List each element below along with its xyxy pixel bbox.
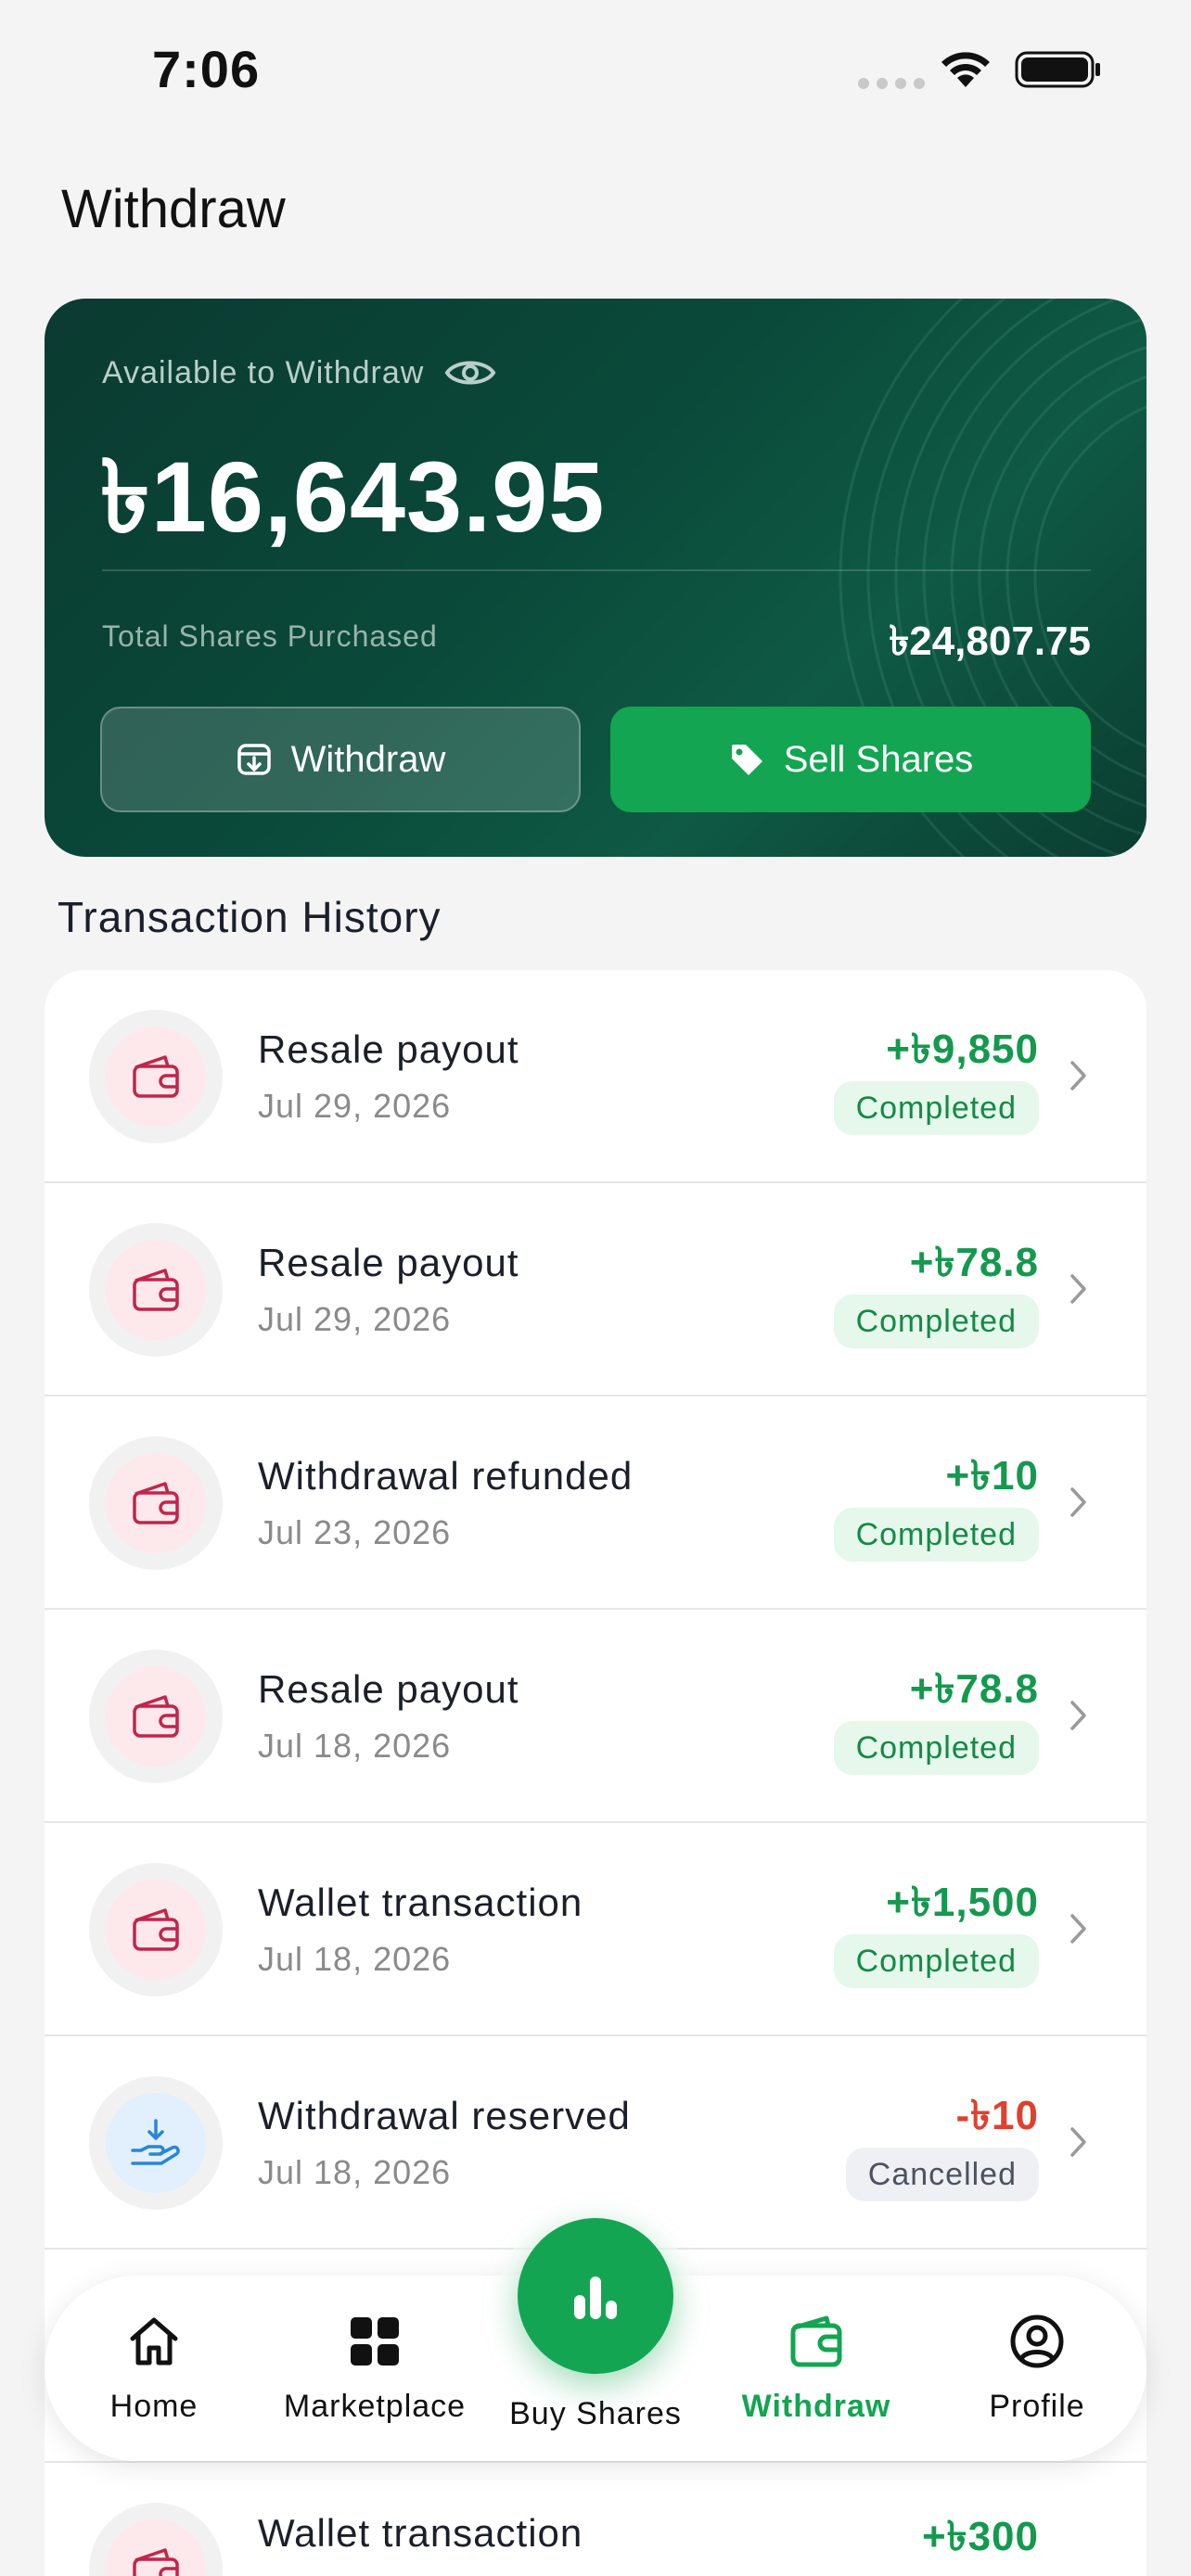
transaction-row[interactable]: Resale payout Jul 18, 2026 +৳78.8 Comple… <box>45 1610 1146 1823</box>
transaction-row[interactable]: Wallet transaction +৳300 <box>45 2463 1146 2576</box>
balance-card: Available to Withdraw ৳16,643.95 Total S… <box>45 299 1146 857</box>
transaction-icon-bg <box>106 1666 206 1766</box>
wifi-icon <box>941 52 990 87</box>
chevron-right-icon <box>1070 1914 1086 1944</box>
transaction-title: Withdrawal reserved <box>258 2094 631 2137</box>
transaction-icon-wrap <box>89 1223 223 1357</box>
home-icon <box>130 2317 178 2366</box>
chevron-right-icon <box>1070 1487 1086 1517</box>
wallet-icon <box>133 1482 179 1524</box>
grid-icon <box>351 2317 399 2366</box>
transaction-icon-wrap <box>89 2503 223 2576</box>
transaction-row[interactable]: Wallet transaction Jul 18, 2026 +৳1,500 … <box>45 1823 1146 2036</box>
transaction-icon-wrap <box>89 1863 223 1996</box>
status-badge: Completed <box>833 1081 1039 1135</box>
withdraw-button-label: Withdraw <box>290 738 446 780</box>
transaction-date: Jul 29, 2026 <box>258 1087 452 1125</box>
transaction-amount: +৳1,500 <box>886 1880 1039 1925</box>
transaction-history-title: Transaction History <box>58 893 442 941</box>
sell-shares-button[interactable]: Sell Shares <box>610 707 1091 812</box>
wallet-icon <box>790 2315 842 2367</box>
transaction-row[interactable]: Resale payout Jul 29, 2026 +৳78.8 Comple… <box>45 1183 1146 1396</box>
transaction-title: Wallet transaction <box>258 2511 583 2555</box>
transaction-date: Jul 29, 2026 <box>258 1300 452 1338</box>
transaction-icon-wrap <box>89 1650 223 1783</box>
withdraw-icon <box>237 744 271 775</box>
wallet-icon <box>133 1269 179 1311</box>
nav-withdraw[interactable]: Withdraw <box>724 2313 909 2433</box>
balance-amount: ৳16,643.95 <box>100 440 606 553</box>
transaction-title: Withdrawal refunded <box>258 1454 634 1498</box>
status-bar: 7:06 <box>0 0 1191 139</box>
wallet-icon <box>133 1695 179 1738</box>
transaction-date: Jul 18, 2026 <box>258 1727 452 1765</box>
tag-icon <box>731 745 762 775</box>
page-title: Withdraw <box>61 179 286 239</box>
transaction-icon-wrap <box>89 1010 223 1143</box>
profile-icon <box>1010 2315 1064 2368</box>
sell-shares-label: Sell Shares <box>783 738 974 780</box>
transaction-icon-bg <box>106 1240 206 1340</box>
status-badge: Completed <box>833 1721 1039 1775</box>
transaction-amount: +৳78.8 <box>909 1240 1039 1285</box>
transaction-title: Resale payout <box>258 1027 519 1071</box>
nav-marketplace[interactable]: Marketplace <box>282 2313 467 2433</box>
battery-icon <box>1015 51 1100 88</box>
transaction-icon-bg <box>106 1453 206 1553</box>
transaction-amount: +৳78.8 <box>909 1666 1039 1712</box>
chevron-right-icon <box>1070 1274 1086 1304</box>
transaction-date: Jul 18, 2026 <box>258 1940 452 1978</box>
available-label: Available to Withdraw <box>102 354 425 390</box>
transaction-title: Resale payout <box>258 1667 519 1711</box>
chevron-right-icon <box>1070 1061 1086 1090</box>
hand-withdraw-icon <box>131 2119 180 2165</box>
transaction-icon-bg <box>106 2519 206 2576</box>
available-row: Available to Withdraw <box>102 354 496 391</box>
transaction-row[interactable]: Resale payout Jul 29, 2026 +৳9,850 Compl… <box>45 970 1146 1183</box>
transaction-amount: +৳9,850 <box>886 1027 1039 1072</box>
cellular-signal-icon <box>858 78 925 89</box>
nav-withdraw-label: Withdraw <box>741 2389 891 2424</box>
transaction-amount: +৳10 <box>945 1453 1039 1498</box>
transaction-icon-wrap <box>89 2076 223 2210</box>
chevron-right-icon <box>1070 2127 1086 2157</box>
nav-home-label: Home <box>109 2389 198 2424</box>
eye-icon[interactable] <box>444 354 496 391</box>
bar-chart-icon <box>574 2276 617 2319</box>
transaction-row[interactable]: Withdrawal refunded Jul 23, 2026 +৳10 Co… <box>45 1396 1146 1610</box>
transaction-amount: +৳300 <box>921 2514 1039 2559</box>
buy-shares-button[interactable] <box>518 2218 673 2374</box>
transaction-date: Jul 18, 2026 <box>258 2153 452 2191</box>
status-badge: Completed <box>833 1294 1039 1348</box>
total-shares-value: ৳24,807.75 <box>889 618 1091 664</box>
nav-marketplace-label: Marketplace <box>283 2389 467 2424</box>
transaction-icon-wrap <box>89 1436 223 1570</box>
nav-profile[interactable]: Profile <box>944 2313 1130 2433</box>
nav-profile-label: Profile <box>989 2389 1085 2424</box>
status-badge: Cancelled <box>845 2148 1039 2201</box>
card-divider <box>102 569 1091 571</box>
wallet-icon <box>133 1055 179 1098</box>
status-badge: Completed <box>833 1508 1039 1562</box>
transaction-date: Jul 23, 2026 <box>258 1513 452 1551</box>
status-time: 7:06 <box>152 40 261 98</box>
total-shares-label: Total Shares Purchased <box>102 619 438 653</box>
withdraw-button[interactable]: Withdraw <box>100 707 581 812</box>
wallet-icon <box>133 1908 179 1951</box>
transaction-title: Resale payout <box>258 1241 519 1284</box>
transaction-amount: -৳10 <box>955 2093 1039 2138</box>
transaction-icon-bg <box>106 2093 206 2193</box>
nav-buy-shares-label: Buy Shares <box>509 2396 682 2431</box>
wallet-icon <box>133 2548 179 2576</box>
nav-home[interactable]: Home <box>61 2313 247 2433</box>
transaction-title: Wallet transaction <box>258 1881 583 1924</box>
status-badge: Completed <box>833 1934 1039 1988</box>
transaction-icon-bg <box>106 1880 206 1980</box>
chevron-right-icon <box>1070 1701 1086 1730</box>
transaction-icon-bg <box>106 1027 206 1127</box>
